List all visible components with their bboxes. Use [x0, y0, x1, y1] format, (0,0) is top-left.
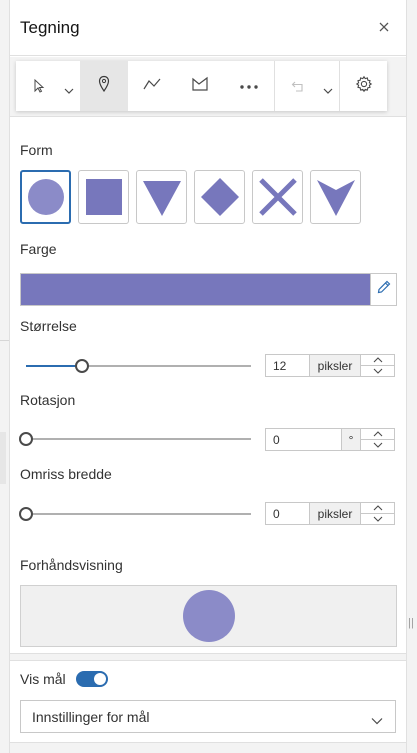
chevron-down-icon: [373, 368, 382, 374]
outline-width-slider[interactable]: [19, 507, 251, 521]
pencil-icon: [376, 279, 392, 300]
outline-stepper: [361, 503, 394, 524]
increment-button[interactable]: [361, 503, 394, 513]
point-tool-button[interactable]: [80, 61, 128, 111]
shape-diamond-button[interactable]: [194, 170, 245, 224]
x-symbol-icon: [258, 178, 297, 216]
measure-toggle[interactable]: [75, 671, 108, 687]
size-unit: piksler: [310, 355, 361, 376]
drawing-toolbar: [16, 61, 387, 111]
shape-arrow-button[interactable]: [310, 170, 361, 224]
rotation-stepper: [361, 429, 394, 450]
circle-symbol-icon: [27, 179, 64, 215]
measure-toggle-row: Vis mål: [20, 671, 108, 687]
slider-track: [26, 513, 251, 515]
shape-square-button[interactable]: [78, 170, 129, 224]
settings-button[interactable]: [340, 61, 387, 111]
shape-circle-button[interactable]: [20, 170, 71, 224]
size-input[interactable]: [266, 355, 310, 376]
size-slider[interactable]: [26, 359, 251, 373]
size-label: Størrelse: [20, 318, 77, 334]
triangle-symbol-icon: [142, 181, 181, 216]
shape-picker: [20, 170, 361, 224]
bottom-strip: [10, 742, 406, 753]
chevron-down-icon: [373, 516, 382, 522]
polygon-icon: [191, 76, 209, 97]
outline-number-field: piksler: [265, 502, 395, 525]
toggle-knob: [93, 673, 106, 685]
polygon-tool-button[interactable]: [176, 61, 224, 111]
increment-button[interactable]: [361, 355, 394, 365]
slider-thumb[interactable]: [75, 359, 90, 373]
chevron-down-icon[interactable]: [64, 82, 74, 100]
undo-icon: [291, 79, 307, 98]
color-swatch[interactable]: [21, 274, 370, 305]
more-tools-button[interactable]: [224, 61, 274, 111]
size-stepper: [361, 355, 394, 376]
symbol-preview: [20, 585, 397, 647]
rotation-input[interactable]: [266, 429, 342, 450]
slider-thumb[interactable]: [19, 507, 33, 521]
select-tool-button[interactable]: [16, 61, 80, 111]
decrement-button[interactable]: [361, 513, 394, 524]
color-label: Farge: [20, 241, 57, 257]
diamond-symbol-icon: [200, 178, 239, 216]
rotation-label: Rotasjon: [20, 392, 76, 408]
panel-title: Tegning: [20, 18, 80, 37]
slider-track: [26, 438, 251, 440]
drawing-panel: Tegning Form Farge Størrelse 12 piksler …: [9, 0, 407, 753]
polyline-tool-button[interactable]: [128, 61, 176, 111]
chevron-down-icon[interactable]: [323, 82, 333, 100]
undo-button[interactable]: [275, 61, 339, 111]
chevron-up-icon: [373, 431, 382, 437]
gear-icon: [355, 75, 373, 98]
shape-x-button[interactable]: [252, 170, 303, 224]
measure-label: Vis mål: [20, 671, 66, 687]
square-symbol-icon: [85, 179, 122, 215]
slider-thumb[interactable]: [19, 432, 33, 446]
measure-settings-label: Innstillinger for mål: [32, 708, 150, 725]
shape-triangle-button[interactable]: [136, 170, 187, 224]
chevron-up-icon: [373, 357, 382, 363]
decrement-button[interactable]: [361, 439, 394, 450]
increment-button[interactable]: [361, 429, 394, 439]
point-pin-icon: [97, 75, 111, 98]
size-number-field: piksler: [265, 354, 395, 377]
rotation-number-field: °: [265, 428, 395, 451]
chevron-down-icon: [371, 712, 383, 728]
resize-handle-icon[interactable]: ||: [407, 616, 415, 630]
toolbar-area: [10, 57, 406, 117]
panel-header: Tegning: [10, 0, 406, 56]
form-label: Form: [20, 142, 53, 158]
preview-label: Forhåndsvisning: [20, 557, 123, 573]
outline-input[interactable]: [266, 503, 310, 524]
more-dots-icon: [239, 77, 259, 95]
section-divider: [10, 653, 406, 661]
rotation-unit: °: [342, 429, 361, 450]
outline-unit: piksler: [310, 503, 361, 524]
select-pointer-icon: [32, 78, 46, 99]
outline-width-label: Omriss bredde: [20, 466, 112, 482]
preview-circle-symbol: [182, 590, 235, 642]
slider-fill: [26, 365, 83, 367]
measure-settings-dropdown[interactable]: Innstillinger for mål: [20, 700, 396, 733]
background-block: [0, 432, 6, 484]
close-icon[interactable]: [376, 19, 392, 35]
arrow-down-symbol-icon: [316, 180, 355, 216]
polyline-icon: [142, 76, 162, 97]
decrement-button[interactable]: [361, 365, 394, 376]
chevron-up-icon: [373, 505, 382, 511]
rotation-slider[interactable]: [19, 432, 251, 446]
chevron-down-icon: [373, 442, 382, 448]
edit-color-button[interactable]: [370, 274, 396, 305]
background-divider: [0, 340, 9, 341]
color-picker[interactable]: [20, 273, 397, 306]
